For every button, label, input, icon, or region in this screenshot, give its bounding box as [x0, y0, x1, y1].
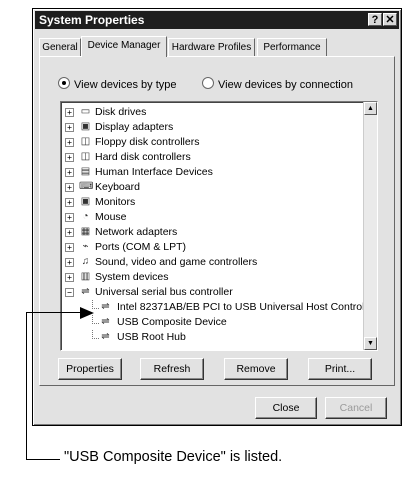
tree-item-label: Keyboard [95, 181, 140, 193]
cancel-button: Cancel [325, 397, 387, 419]
expand-icon[interactable]: + [65, 138, 74, 147]
tree-item-label: Human Interface Devices [95, 166, 213, 178]
expand-icon[interactable]: + [65, 123, 74, 132]
collapse-icon[interactable]: − [65, 288, 74, 297]
scroll-up-button[interactable]: ▲ [364, 102, 377, 115]
keyboard-icon: ⌨ [79, 181, 94, 192]
print-button[interactable]: Print... [308, 358, 372, 380]
tab-device-manager[interactable]: Device Manager [81, 36, 167, 57]
vertical-scrollbar[interactable]: ▲ ▼ [363, 102, 377, 350]
tab-hardware-profiles[interactable]: Hardware Profiles [168, 38, 255, 56]
tree-item-label: Network adapters [95, 226, 178, 238]
help-button[interactable]: ? [368, 13, 382, 26]
tree-item-label: System devices [95, 271, 169, 283]
tree-item-label: Intel 82371AB/EB PCI to USB Universal Ho… [117, 301, 377, 313]
tab-performance[interactable]: Performance [257, 38, 327, 56]
usb-icon: ⇌ [101, 331, 110, 342]
callout-caption: "USB Composite Device" is listed. [64, 449, 283, 465]
radio-by-connection[interactable] [202, 77, 214, 89]
tree-item-label: Ports (COM & LPT) [95, 241, 187, 253]
tree-item-label: Sound, video and game controllers [95, 256, 258, 268]
tab-general[interactable]: General [39, 38, 81, 56]
system-device-icon: ▥ [80, 271, 91, 282]
usb-icon: ⇌ [101, 301, 110, 312]
expand-icon[interactable]: + [65, 228, 74, 237]
hid-icon: ▤ [80, 166, 91, 177]
view-by-type-label: View devices by type [74, 79, 177, 91]
close-button[interactable]: Close [255, 397, 317, 419]
tree-item-label: USB Composite Device [117, 316, 227, 328]
mouse-icon: ◔ [82, 211, 89, 222]
expand-icon[interactable]: + [65, 153, 74, 162]
scroll-down-button[interactable]: ▼ [364, 337, 377, 350]
expand-icon[interactable]: + [65, 243, 74, 252]
tree-item-label: Hard disk controllers [95, 151, 191, 163]
floppy-controller-icon: ◫ [80, 136, 91, 147]
refresh-button[interactable]: Refresh [140, 358, 204, 380]
callout-line [26, 312, 27, 460]
device-tree-list[interactable]: + ▭ Disk drives + ▣ Display adapters + ◫ Flopp… [60, 101, 378, 351]
expand-icon[interactable]: + [65, 258, 74, 267]
sound-controller-icon: ♫ [81, 256, 90, 267]
callout-arrow-icon [80, 307, 94, 319]
callout-line [26, 312, 82, 313]
tree-item-label: Mouse [95, 211, 127, 223]
callout-line [26, 459, 60, 460]
radio-by-type[interactable] [58, 77, 70, 89]
properties-button[interactable]: Properties [58, 358, 122, 380]
view-by-connection-label: View devices by connection [218, 79, 353, 91]
tree-item-label: Display adapters [95, 121, 174, 133]
disk-drive-icon: ▭ [80, 106, 91, 117]
device-manager-panel: View devices by type View devices by con… [39, 56, 395, 386]
view-by-type-option[interactable]: View devices by type [58, 77, 177, 91]
title-bar: System Properties ? ✕ [35, 11, 399, 29]
tree-item-label: USB Root Hub [117, 331, 186, 343]
usb-icon: ⇌ [101, 316, 110, 327]
expand-icon[interactable]: + [65, 108, 74, 117]
expand-icon[interactable]: + [65, 273, 74, 282]
tree-item-label: Monitors [95, 196, 136, 208]
system-properties-window: System Properties ? ✕ General Device Man… [32, 8, 402, 426]
network-adapter-icon: ▦ [80, 226, 91, 237]
usb-icon: ⇌ [81, 286, 90, 297]
tree-item-label: Universal serial bus controller [95, 286, 233, 298]
display-adapter-icon: ▣ [80, 121, 91, 132]
tree-branch-line [92, 330, 99, 339]
hard-disk-controller-icon: ◫ [80, 151, 91, 162]
window-title: System Properties [39, 13, 145, 27]
tree-item-label: Disk drives [95, 106, 147, 118]
tree-item-label: Floppy disk controllers [95, 136, 200, 148]
expand-icon[interactable]: + [65, 198, 74, 207]
close-window-button[interactable]: ✕ [383, 13, 397, 26]
view-by-connection-option[interactable]: View devices by connection [202, 77, 353, 91]
remove-button[interactable]: Remove [224, 358, 288, 380]
expand-icon[interactable]: + [65, 183, 74, 192]
port-icon: ⌁ [82, 241, 89, 252]
expand-icon[interactable]: + [65, 213, 74, 222]
monitor-icon: ▣ [80, 196, 91, 207]
expand-icon[interactable]: + [65, 168, 74, 177]
